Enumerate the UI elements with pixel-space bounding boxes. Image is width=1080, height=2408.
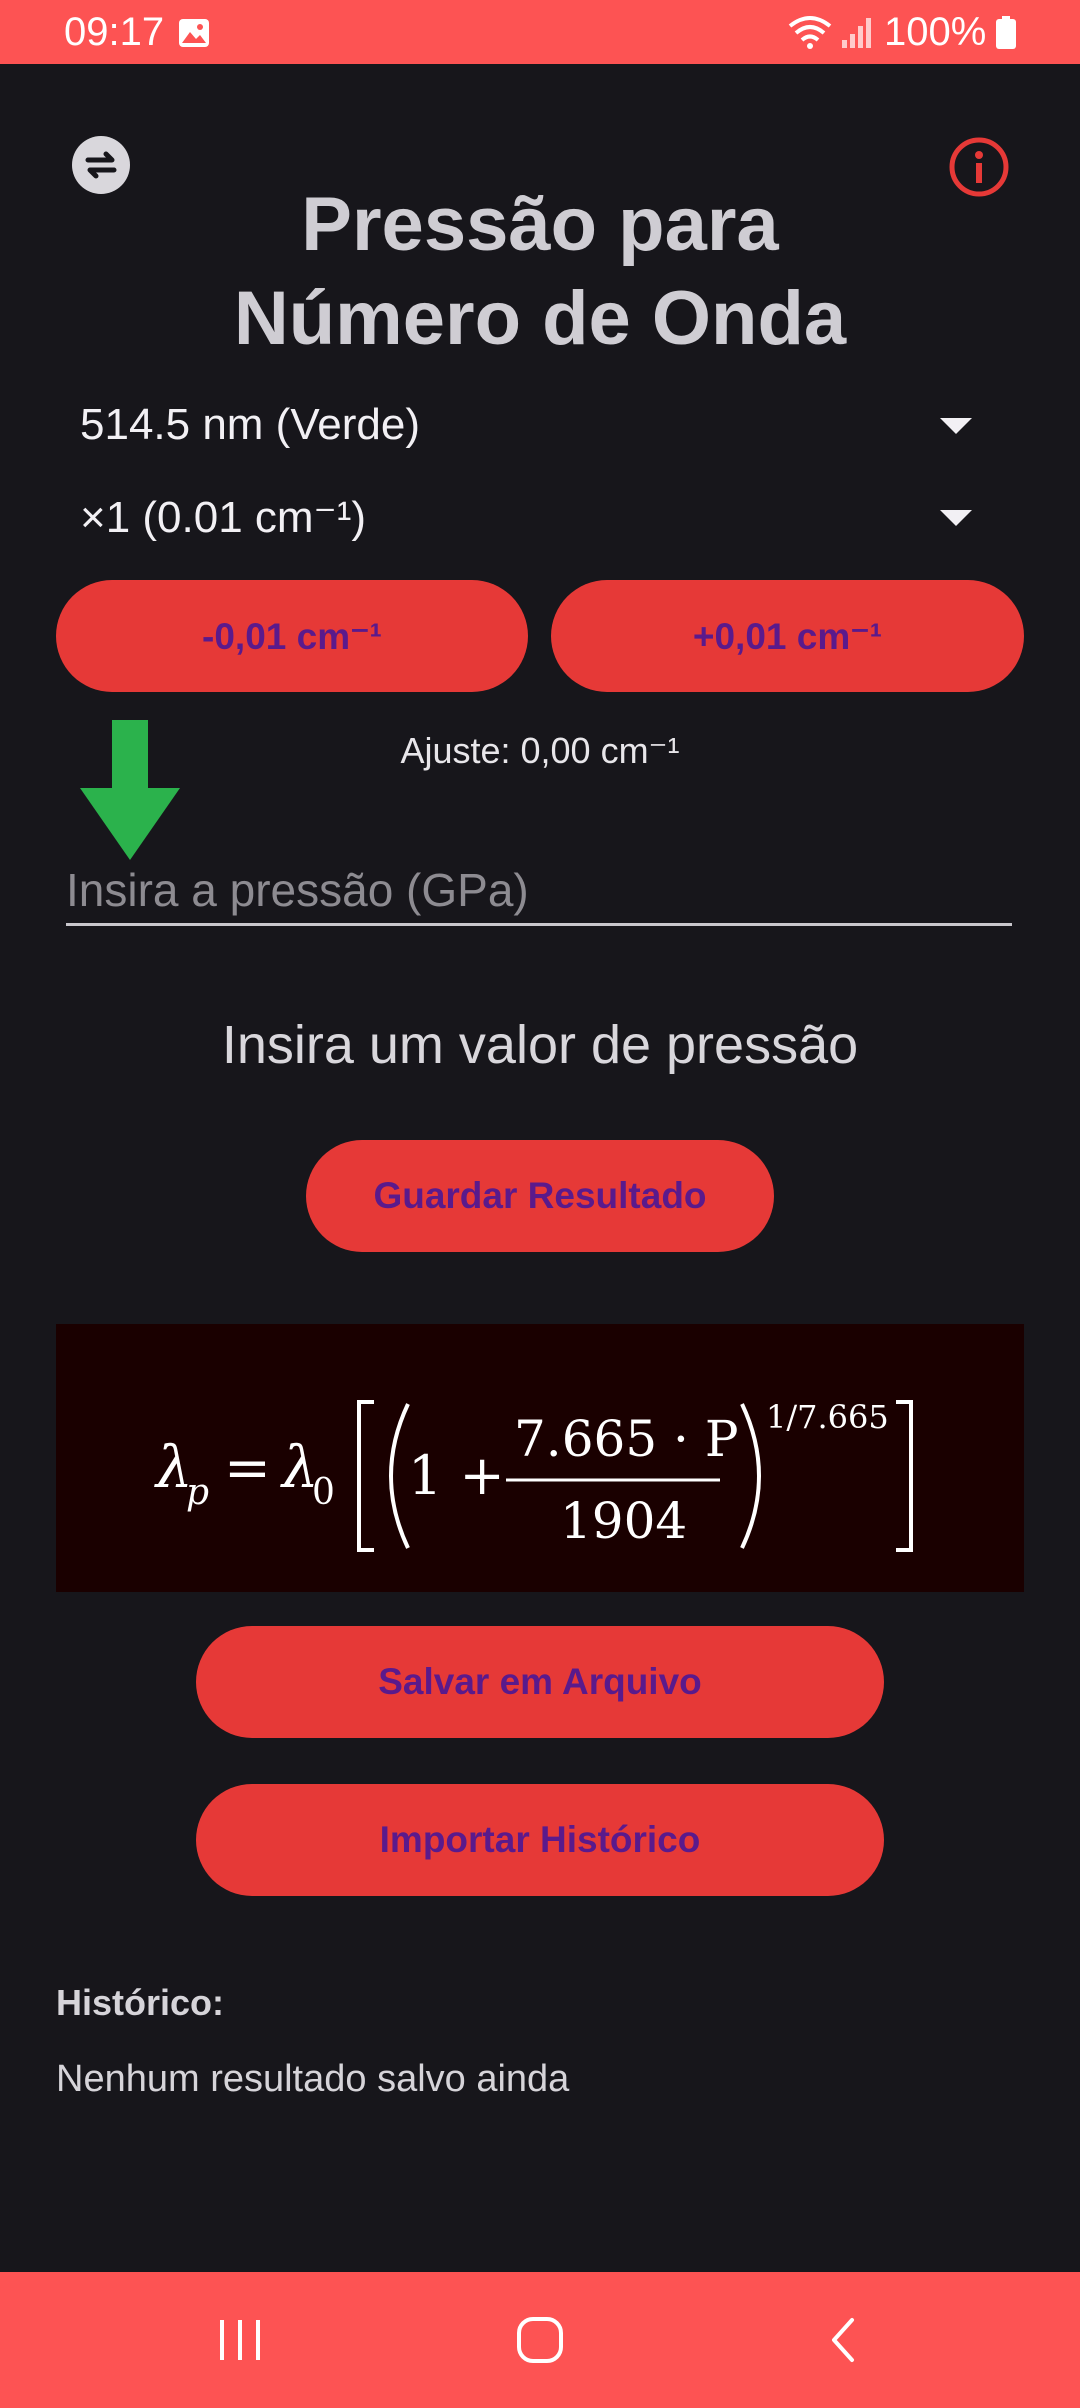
formula-exponent: 1/7.665 <box>766 1398 889 1436</box>
save-result-button[interactable]: Guardar Resultado <box>306 1140 774 1252</box>
battery-percentage: 100% <box>884 10 987 54</box>
page-title: Pressão para Número de Onda <box>0 178 1080 366</box>
back-icon[interactable] <box>818 2314 870 2366</box>
wavelength-selected: 514.5 nm (Verde) <box>80 400 420 449</box>
title-line-2: Número de Onda <box>233 276 847 361</box>
formula-denominator: 1904 <box>560 1492 687 1550</box>
pressure-input[interactable] <box>66 856 1012 926</box>
save-file-button[interactable]: Salvar em Arquivo <box>196 1626 884 1738</box>
chevron-down-icon <box>940 510 972 526</box>
increment-button[interactable]: +0,01 cm⁻¹ <box>551 580 1024 692</box>
decrement-button[interactable]: -0,01 cm⁻¹ <box>56 580 528 692</box>
title-line-1: Pressão para <box>301 182 779 267</box>
signal-icon <box>842 18 871 48</box>
step-selected: ×1 (0.01 cm⁻¹) <box>80 493 367 542</box>
formula-lhs-sub: p <box>186 1472 209 1513</box>
history-empty-text: Nenhum resultado salvo ainda <box>56 2058 570 2100</box>
formula-display: λ p = λ 0 1 + 7.665 · P 1904 1/7.665 <box>56 1324 1024 1592</box>
wavelength-dropdown[interactable]: 514.5 nm (Verde) <box>78 388 1008 458</box>
import-history-button[interactable]: Importar Histórico <box>196 1784 884 1896</box>
status-time: 09:17 <box>64 10 165 54</box>
history-title: Histórico: <box>56 1982 225 2023</box>
formula-numerator: 7.665 · P <box>514 1410 738 1468</box>
arrow-down-icon <box>80 720 180 860</box>
formula-equation: λ p = λ 0 1 + 7.665 · P 1904 1/7.665 <box>154 1398 913 1552</box>
image-notification-icon <box>179 19 209 47</box>
result-prompt: Insira um valor de pressão <box>221 1015 859 1075</box>
chevron-down-icon <box>940 418 972 434</box>
formula-lambda0-sub: 0 <box>312 1472 335 1513</box>
step-dropdown[interactable]: ×1 (0.01 cm⁻¹) <box>78 480 1008 550</box>
battery-icon <box>996 16 1016 49</box>
recent-apps-icon[interactable] <box>214 2314 266 2366</box>
formula-one-plus: 1 + <box>408 1444 505 1507</box>
wifi-icon <box>788 16 832 49</box>
home-icon[interactable] <box>514 2314 566 2366</box>
svg-text:=: = <box>224 1436 271 1501</box>
